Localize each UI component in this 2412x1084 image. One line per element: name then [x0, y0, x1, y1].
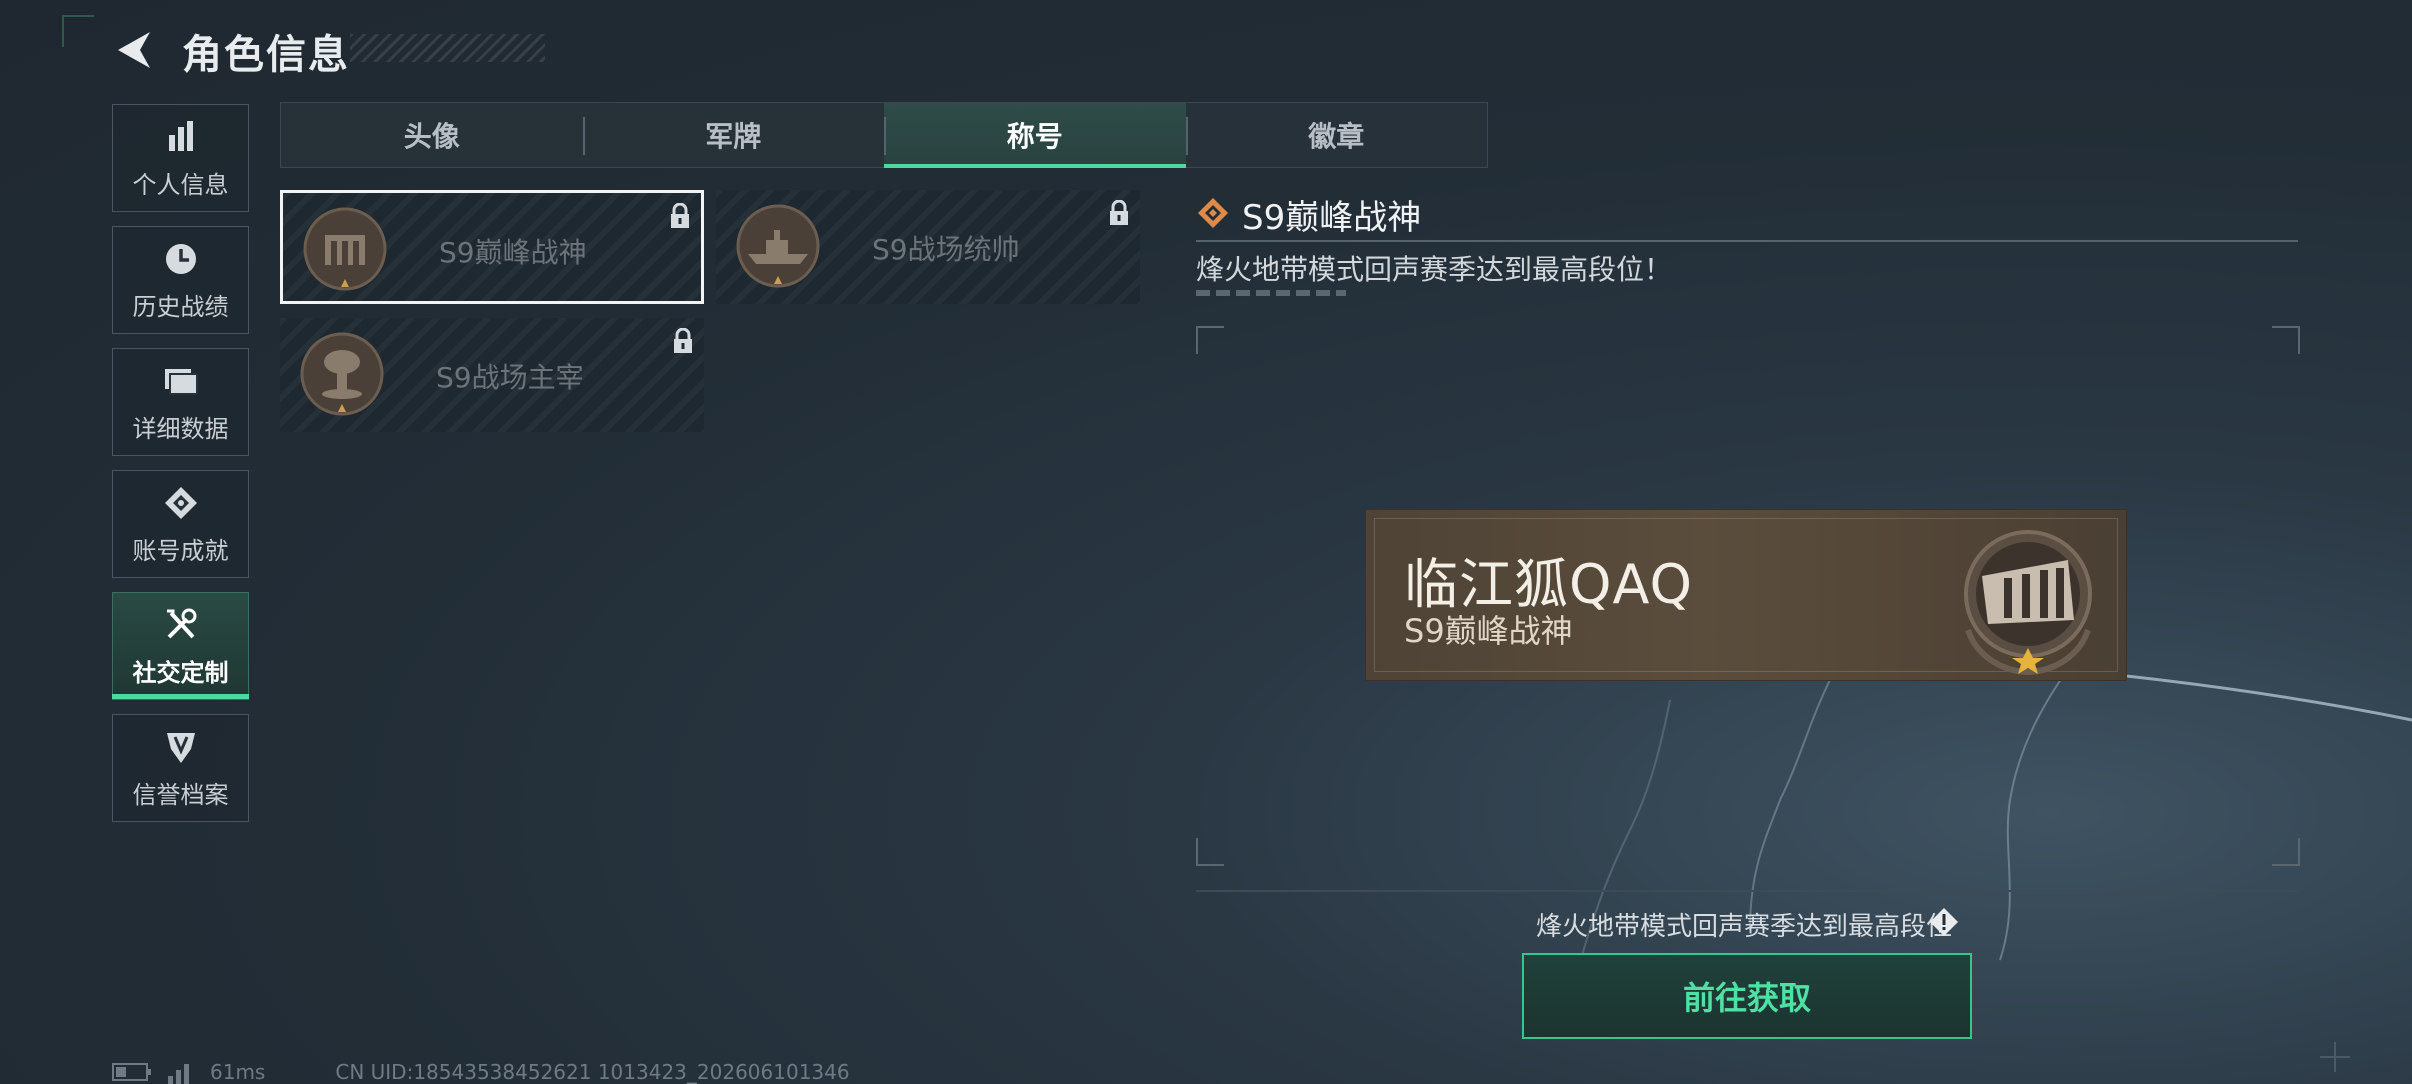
- active-indicator: [112, 694, 249, 699]
- lock-icon: [674, 328, 692, 353]
- sidebar-item-history[interactable]: 历史战绩: [112, 226, 249, 334]
- sidebar-item-label: 账号成就: [132, 536, 229, 565]
- signal-icon: [168, 1064, 189, 1084]
- sidebar-item-label: 详细数据: [132, 414, 229, 443]
- title-card-dominator[interactable]: S9战场主宰: [280, 318, 704, 432]
- nameplate-preview: 临江狐QAQ S9巅峰战神: [1366, 510, 2126, 680]
- corner-decoration: [62, 15, 94, 47]
- title-card-peak-god[interactable]: S9巅峰战神: [280, 190, 704, 304]
- frame-corner: [1196, 326, 1224, 354]
- divider: [1196, 240, 2298, 242]
- nameplate-title: S9巅峰战神: [1404, 612, 1573, 650]
- info-diamond-icon[interactable]: [1928, 906, 1960, 938]
- folder-icon: [164, 368, 198, 395]
- sidebar-item-personal-info[interactable]: 个人信息: [112, 104, 249, 212]
- player-uid: CN UID:18543538452621 1013423_2026061013…: [335, 1060, 850, 1084]
- dash-decoration: [1196, 290, 1346, 296]
- battery-icon: [112, 1063, 151, 1081]
- title-card-name: S9巅峰战神: [439, 236, 587, 269]
- sidebar-item-achievements[interactable]: 账号成就: [112, 470, 249, 578]
- history-clock-icon: [165, 243, 196, 274]
- achievement-icon: [164, 486, 197, 519]
- frame-corner: [2272, 326, 2300, 354]
- title-diamond-icon: [1198, 198, 1228, 228]
- fortress-medal-icon: [1964, 530, 2092, 676]
- lock-icon: [1110, 200, 1128, 225]
- requirement-text: 烽火地带模式回声赛季达到最高段位: [1536, 912, 1953, 942]
- title-decoration: [350, 34, 545, 62]
- page-title: 角色信息: [182, 32, 350, 78]
- frame-corner: [2272, 838, 2300, 866]
- warship-medal-icon: [736, 204, 820, 288]
- sidebar-item-detailed-data[interactable]: 详细数据: [112, 348, 249, 456]
- tools-icon: [166, 608, 196, 638]
- title-card-commander[interactable]: S9战场统帅: [716, 190, 1140, 304]
- lock-icon: [671, 203, 689, 228]
- tab-title[interactable]: 称号: [884, 103, 1186, 168]
- detail-description: 烽火地带模式回声赛季达到最高段位！: [1196, 253, 1673, 286]
- tab-military-tag[interactable]: 军牌: [582, 103, 885, 167]
- credit-badge-icon: [166, 732, 195, 763]
- ping-value: 61ms: [210, 1060, 266, 1084]
- frame-corner: [1196, 838, 1224, 866]
- crosshair-decoration: [2320, 1042, 2350, 1072]
- detail-title: S9巅峰战神: [1242, 198, 1422, 238]
- back-arrow-icon[interactable]: [110, 28, 158, 72]
- mushroom-cloud-medal-icon: [300, 332, 384, 416]
- sidebar-item-credit-record[interactable]: 信誉档案: [112, 714, 249, 822]
- sidebar-item-social-custom[interactable]: 社交定制: [112, 592, 249, 700]
- go-obtain-button[interactable]: 前往获取: [1522, 953, 1972, 1039]
- divider: [1196, 890, 2298, 892]
- tab-badge[interactable]: 徽章: [1185, 103, 1488, 167]
- sidebar-item-label: 信誉档案: [132, 780, 229, 809]
- tab-avatar[interactable]: 头像: [281, 103, 583, 167]
- sidebar-item-label: 个人信息: [132, 170, 229, 199]
- title-card-name: S9战场主宰: [436, 361, 584, 394]
- category-tabs: 头像 军牌 称号 徽章: [280, 102, 1488, 168]
- fortress-medal-icon: [303, 207, 387, 291]
- sidebar-item-label: 社交定制: [132, 658, 229, 687]
- title-card-name: S9战场统帅: [872, 233, 1020, 266]
- bar-chart-icon: [168, 120, 193, 151]
- status-bar: 61ms CN UID:18543538452621 1013423_20260…: [112, 1060, 850, 1084]
- sidebar-item-label: 历史战绩: [132, 292, 229, 321]
